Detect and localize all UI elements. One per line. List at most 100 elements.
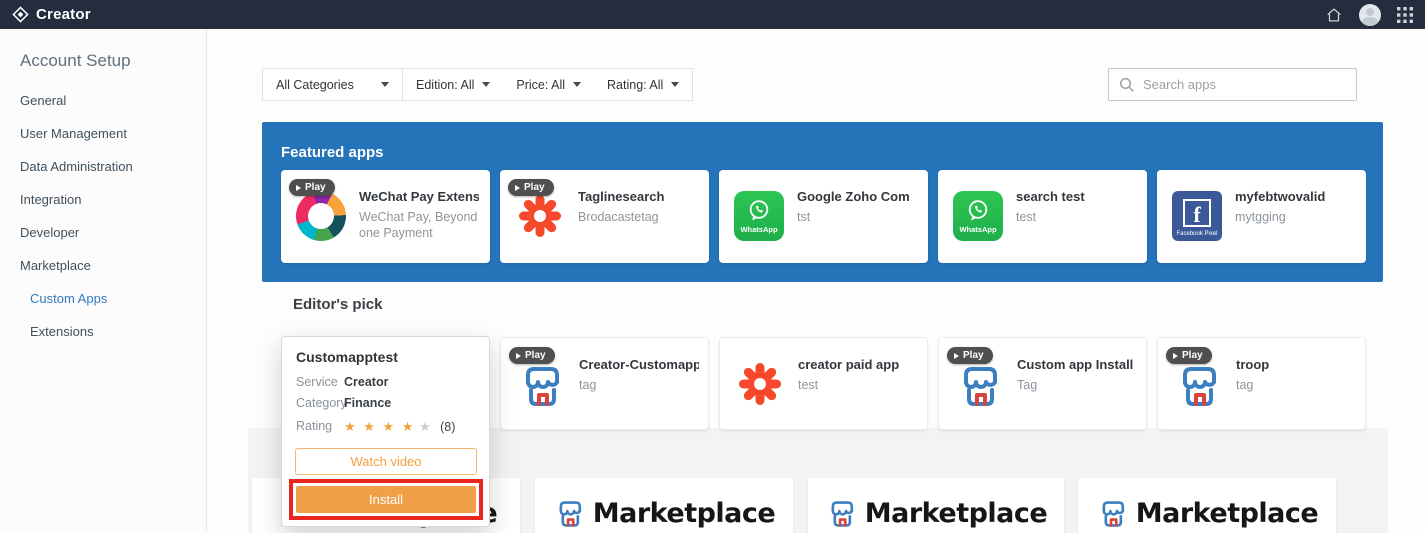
star-icon-filled: ★ ★ ★ ★: [344, 419, 416, 434]
play-icon: [516, 352, 521, 359]
star-icon-empty: ★: [418, 419, 433, 434]
sidebar-item-integration[interactable]: Integration: [20, 192, 81, 207]
app-subtitle: test: [1016, 210, 1037, 224]
marketplace-app-card[interactable]: Marketplace: [808, 478, 1064, 533]
sidebar-item-general[interactable]: General: [20, 93, 66, 108]
account-setup-sidebar: Account Setup General User Management Da…: [0, 29, 207, 533]
storefront-icon: [516, 359, 566, 409]
apps-grid-icon[interactable]: [1397, 6, 1413, 23]
play-icon: [954, 352, 959, 359]
editors-pick-title: Editor's pick: [293, 296, 383, 313]
whatsapp-wordmark: WhatsApp: [959, 225, 997, 234]
edition-filter-label: Edition: All: [416, 77, 475, 92]
sidebar-item-marketplace[interactable]: Marketplace: [20, 258, 91, 273]
marketplace-wordmark: Marketplace: [864, 497, 1048, 529]
whatsapp-icon: WhatsApp: [953, 191, 1003, 241]
category-filter-dropdown[interactable]: All Categories: [263, 69, 403, 100]
marketplace-app-card[interactable]: Marketplace: [535, 478, 793, 533]
price-filter-dropdown[interactable]: Price: All: [503, 69, 594, 100]
caret-down-icon: [671, 82, 680, 87]
editors-card-creator-paid-app[interactable]: creator paid app test: [719, 337, 928, 430]
user-avatar[interactable]: [1359, 3, 1381, 26]
rating-count: (8): [440, 420, 456, 434]
top-navbar: Creator: [0, 0, 1425, 29]
app-subtitle: tag: [579, 378, 597, 392]
app-title: search test: [1016, 189, 1085, 204]
rating-stars: ★ ★ ★ ★ ★ (8): [344, 419, 455, 435]
featured-card-google-zoho-com[interactable]: WhatsApp Google Zoho Com tst: [719, 170, 928, 263]
app-title: Google Zoho Com: [797, 189, 910, 204]
edition-filter-dropdown[interactable]: Edition: All: [403, 69, 503, 100]
whatsapp-icon: WhatsApp: [734, 191, 784, 241]
play-label: Play: [524, 182, 545, 193]
sidebar-item-user-management[interactable]: User Management: [20, 126, 127, 141]
sidebar-title: Account Setup: [20, 51, 131, 70]
creator-brand[interactable]: Creator: [12, 6, 91, 23]
sidebar-item-custom-apps[interactable]: Custom Apps: [30, 291, 107, 306]
featured-card-myfebtwovalid[interactable]: f Facebook Pixel myfebtwovalid mytgging: [1157, 170, 1366, 263]
featured-card-search-test[interactable]: WhatsApp search test test: [938, 170, 1147, 263]
install-button[interactable]: Install: [296, 486, 476, 513]
app-title: creator paid app: [798, 357, 900, 372]
rating-label: Rating: [296, 419, 333, 433]
whatsapp-wordmark: WhatsApp: [740, 225, 778, 234]
brand-title: Creator: [36, 6, 91, 23]
play-video-badge[interactable]: Play: [289, 179, 335, 196]
app-title: Taglinesearch: [578, 189, 665, 204]
storefront-icon: [954, 359, 1004, 409]
facebook-f-letter: f: [1193, 202, 1201, 228]
storefront-icon: [825, 496, 859, 530]
featured-apps-section: Featured apps Play WeChat Pay Extensi...…: [262, 122, 1383, 282]
category-label: Category: [296, 396, 347, 410]
play-video-badge[interactable]: Play: [508, 179, 554, 196]
caret-down-icon: [573, 82, 582, 87]
caret-down-icon: [482, 82, 491, 87]
app-subtitle: Brodacastetag: [578, 210, 659, 224]
search-apps-input[interactable]: [1109, 69, 1356, 100]
sidebar-item-extensions[interactable]: Extensions: [30, 324, 94, 339]
app-title: troop: [1236, 357, 1270, 372]
play-label: Play: [1182, 350, 1203, 361]
zapier-asterisk-icon: [735, 359, 785, 409]
app-subtitle: tag: [1236, 378, 1254, 392]
play-video-badge[interactable]: Play: [947, 347, 993, 364]
annotation-highlight-box: Install: [289, 479, 483, 520]
play-label: Play: [525, 350, 546, 361]
featured-card-wechat[interactable]: Play WeChat Pay Extensi... WeChat Pay, B…: [281, 170, 490, 263]
rating-filter-label: Rating: All: [607, 77, 664, 92]
featured-card-taglinesearch[interactable]: Play Taglinesearch Brodacastetag: [500, 170, 709, 263]
filter-bar: All Categories Edition: All Price: All R…: [262, 68, 694, 101]
sidebar-item-developer[interactable]: Developer: [20, 225, 79, 240]
home-icon[interactable]: [1325, 6, 1343, 24]
app-subtitle: Tag: [1017, 378, 1038, 392]
editors-card-custom-app-install[interactable]: Play Custom app Install f... Tag: [938, 337, 1147, 430]
zapier-asterisk-icon: [515, 191, 565, 241]
watch-video-button[interactable]: Watch video: [295, 448, 477, 475]
play-video-badge[interactable]: Play: [509, 347, 555, 364]
app-title: myfebtwovalid: [1235, 189, 1326, 204]
creator-logo-icon: [12, 6, 29, 23]
sidebar-item-data-administration[interactable]: Data Administration: [20, 159, 133, 174]
storefront-icon: [1096, 496, 1130, 530]
app-title: Custom app Install f...: [1017, 357, 1137, 372]
play-icon: [296, 184, 301, 191]
wechat-pay-icon: [296, 191, 346, 241]
marketplace-wordmark: Marketplace: [592, 497, 776, 529]
rating-filter-dropdown[interactable]: Rating: All: [594, 69, 692, 100]
service-value: Creator: [344, 375, 389, 389]
editors-card-troop[interactable]: Play troop tag: [1157, 337, 1366, 430]
search-apps-box: [1108, 68, 1357, 101]
editors-card-creator-customapp1[interactable]: Play Creator-Customapp1 tag: [500, 337, 709, 430]
app-subtitle: tst: [797, 210, 811, 224]
app-title: Creator-Customapp1: [579, 357, 699, 372]
category-value: Finance: [344, 396, 392, 410]
facebook-pixel-icon: f Facebook Pixel: [1172, 191, 1222, 241]
marketplace-wordmark: Marketplace: [1135, 497, 1319, 529]
play-video-badge[interactable]: Play: [1166, 347, 1212, 364]
search-icon: [1119, 77, 1135, 93]
caret-down-icon: [381, 82, 389, 87]
marketplace-app-card[interactable]: Marketplace: [1078, 478, 1336, 533]
play-label: Play: [963, 350, 984, 361]
customapptest-expanded-card[interactable]: Customapptest Service Creator Category F…: [281, 336, 490, 527]
service-label: Service: [296, 375, 338, 389]
